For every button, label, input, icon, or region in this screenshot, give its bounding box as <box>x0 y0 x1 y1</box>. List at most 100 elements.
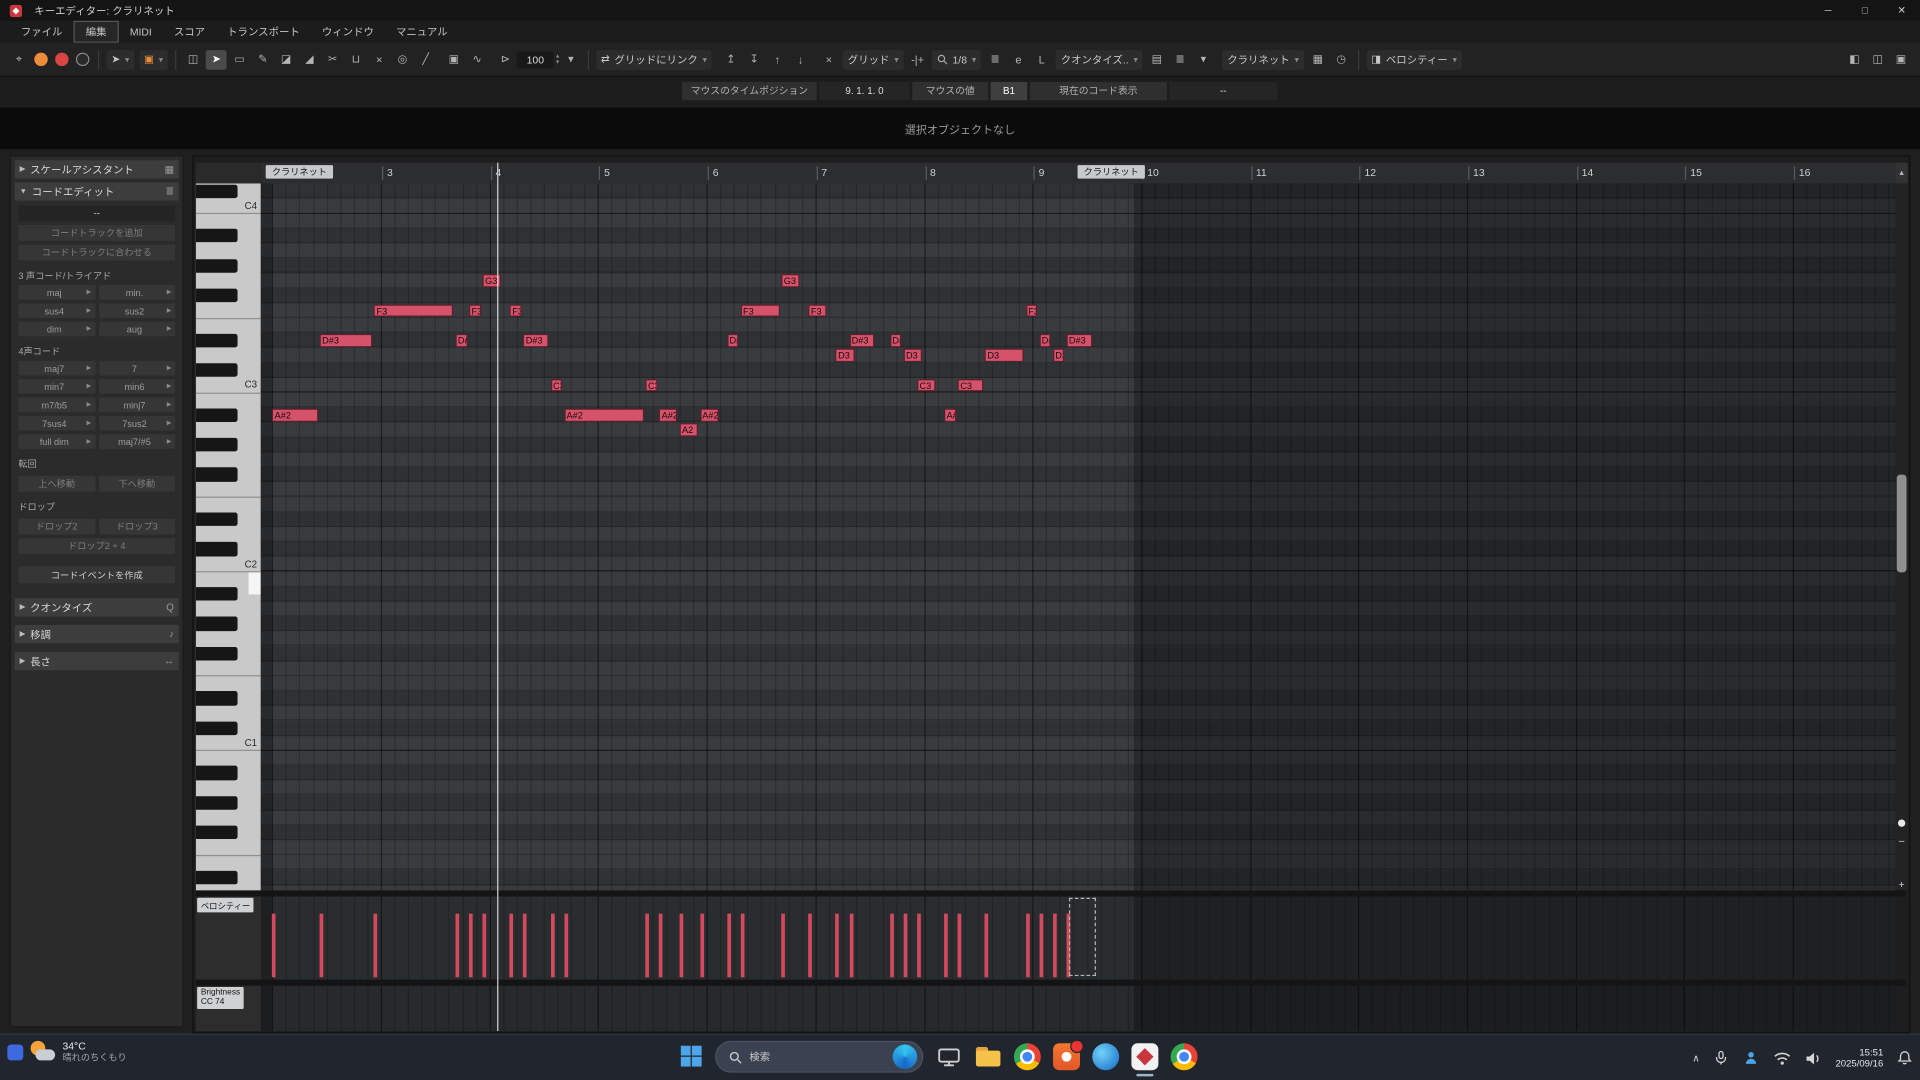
desktop-app-icon[interactable] <box>936 1043 963 1070</box>
curve-tool[interactable]: ∿ <box>467 50 488 70</box>
velocity-bar[interactable] <box>903 913 908 978</box>
tetrad-button-7sus4[interactable]: 7sus4 ▶ <box>18 415 95 431</box>
people-icon[interactable] <box>1742 1049 1759 1066</box>
minimize-button[interactable]: ─ <box>1810 0 1847 21</box>
tetrad-button-min7[interactable]: min7 ▶ <box>18 379 95 394</box>
cycle-button[interactable] <box>75 52 90 67</box>
midi-note[interactable]: C3 <box>550 378 563 392</box>
black-key[interactable] <box>195 228 238 243</box>
triad-button-aug[interactable]: aug ▶ <box>98 321 176 337</box>
menu-item-1[interactable]: 編集 <box>73 20 119 43</box>
link-grid-dropdown[interactable]: ⇄ グリッドにリンク ▾ <box>595 49 712 70</box>
tetrad-button-min6[interactable]: min6 ▶ <box>98 379 176 394</box>
glue-tool[interactable]: ⊔ <box>346 50 367 70</box>
tetrad-button-7sus2[interactable]: 7sus2 ▶ <box>98 415 176 431</box>
length-quantize-dropdown[interactable]: クオンタイズ.. ▾ <box>1055 49 1143 70</box>
midi-note[interactable]: A#2 <box>272 408 318 422</box>
iterative-quantize-button[interactable]: e <box>1008 50 1029 70</box>
close-button[interactable]: ✕ <box>1883 0 1920 21</box>
tetrad-button-7[interactable]: 7 ▶ <box>98 360 176 376</box>
midi-note[interactable]: A#2 <box>944 408 956 422</box>
object-select-tool[interactable]: ➤ <box>205 49 227 70</box>
piano-keyboard[interactable]: C4 C3 C2 C1 <box>195 183 261 891</box>
triad-button-min.[interactable]: min. ▶ <box>98 284 176 300</box>
midi-note[interactable]: D#3 <box>849 334 875 347</box>
velocity-bar[interactable] <box>984 913 989 978</box>
nudge-start-left-button[interactable]: ↥ <box>720 50 741 70</box>
triad-button-maj[interactable]: maj ▶ <box>18 284 95 300</box>
cc-lane-label[interactable]: Brightness CC 74 <box>197 987 244 1010</box>
midi-note[interactable]: C3 <box>645 378 658 392</box>
midi-note[interactable]: G3 <box>781 274 800 288</box>
velocity-bar[interactable] <box>509 913 514 978</box>
midi-note[interactable]: D3 <box>835 349 855 362</box>
auto-select-dropdown[interactable]: ➤ ▾ <box>106 49 135 70</box>
snap-on-off-button[interactable]: × <box>818 50 839 70</box>
black-key[interactable] <box>195 616 238 631</box>
velocity-bar[interactable] <box>482 913 487 978</box>
colors-dropdown-icon[interactable]: ▾ <box>1193 50 1214 70</box>
part-end-handle[interactable]: クラリネット <box>1077 165 1145 179</box>
setup-toolbar-button[interactable]: ▣ <box>1891 50 1912 70</box>
independent-loop-button[interactable]: ◷ <box>1331 50 1352 70</box>
black-key[interactable] <box>195 825 238 840</box>
line-tool[interactable]: ╱ <box>415 50 436 70</box>
velocity-bar[interactable] <box>957 913 962 978</box>
section-quantize[interactable]: ▶ クオンタイズ Q <box>14 598 179 617</box>
nudge-up-button[interactable]: ↑ <box>767 50 788 70</box>
section-transpose[interactable]: ▶ 移調 ♪ <box>14 625 179 644</box>
step-input-button[interactable]: ⊳ <box>495 50 516 70</box>
event-info-icon[interactable]: ◫ <box>183 50 204 70</box>
black-key[interactable] <box>195 587 238 601</box>
velocity-lane[interactable] <box>260 896 1896 980</box>
tetrad-button-full dim[interactable]: full dim ▶ <box>18 434 95 449</box>
velocity-lane-label[interactable]: ベロシティー <box>197 897 254 913</box>
midi-note[interactable]: D#3 <box>455 334 468 347</box>
taskbar-search-box[interactable]: 検索 <box>715 1040 924 1073</box>
velocity-bar[interactable] <box>917 913 921 978</box>
speaker-icon[interactable] <box>1805 1050 1822 1066</box>
autoscroll-dropdown[interactable]: ▣ ▾ <box>139 49 168 70</box>
black-key[interactable] <box>195 766 238 780</box>
orange-app-icon[interactable] <box>1053 1039 1084 1071</box>
tray-overflow-chevron-icon[interactable]: ∧ <box>1692 1052 1699 1063</box>
microphone-icon[interactable] <box>1713 1049 1729 1066</box>
lower-zone-toggle[interactable]: ◫ <box>1867 50 1888 70</box>
black-key[interactable] <box>195 467 238 482</box>
black-key[interactable] <box>195 542 238 556</box>
browser-profile-icon[interactable] <box>1170 1043 1198 1071</box>
velocity-bar[interactable] <box>781 913 785 978</box>
zoom-in-button[interactable]: + <box>1896 878 1908 890</box>
left-zone-toggle[interactable]: ◧ <box>1844 50 1865 70</box>
section-chord-edit[interactable]: ▼ コードエディット ≣ <box>14 182 179 201</box>
display-options-button[interactable]: ≣ <box>1170 50 1191 70</box>
black-key[interactable] <box>195 408 238 422</box>
split-tool[interactable]: ✂ <box>322 50 343 70</box>
black-key[interactable] <box>195 512 238 527</box>
scrollbar-thumb[interactable] <box>1896 474 1907 573</box>
velocity-bar[interactable] <box>469 913 473 978</box>
drop-2-4-button[interactable]: ドロップ2 + 4 <box>18 538 176 555</box>
midi-note[interactable]: A#2 <box>564 408 644 422</box>
velocity-bar[interactable] <box>319 913 324 978</box>
cc-lane-header[interactable]: Brightness CC 74 <box>195 985 261 1032</box>
midi-note[interactable]: A#2 <box>659 408 678 422</box>
midi-note[interactable]: D#3 <box>523 334 549 347</box>
menu-item-3[interactable]: スコア <box>163 22 216 42</box>
velocity-bar[interactable] <box>699 913 704 978</box>
tetrad-button-m7/b5[interactable]: m7/b5 ▶ <box>18 397 95 413</box>
part-start-handle[interactable]: クラリネット <box>265 165 334 179</box>
cc-lane[interactable] <box>260 985 1896 1032</box>
scroll-up-button[interactable]: ▲ <box>1895 162 1908 184</box>
midi-note[interactable]: C3 <box>957 378 984 392</box>
velocity-bar[interactable] <box>808 913 813 978</box>
relative-snap-button[interactable]: -|+ <box>907 50 928 70</box>
midi-note[interactable]: F3 <box>469 304 481 318</box>
mute-tool[interactable]: × <box>369 50 390 70</box>
zoom-dot-icon[interactable] <box>1897 819 1906 827</box>
triad-button-sus2[interactable]: sus2 ▶ <box>98 303 176 319</box>
wifi-icon[interactable] <box>1773 1050 1791 1066</box>
pin-icon[interactable]: ⌖ <box>9 50 30 70</box>
velocity-bar[interactable] <box>740 913 745 978</box>
black-key[interactable] <box>195 363 238 377</box>
